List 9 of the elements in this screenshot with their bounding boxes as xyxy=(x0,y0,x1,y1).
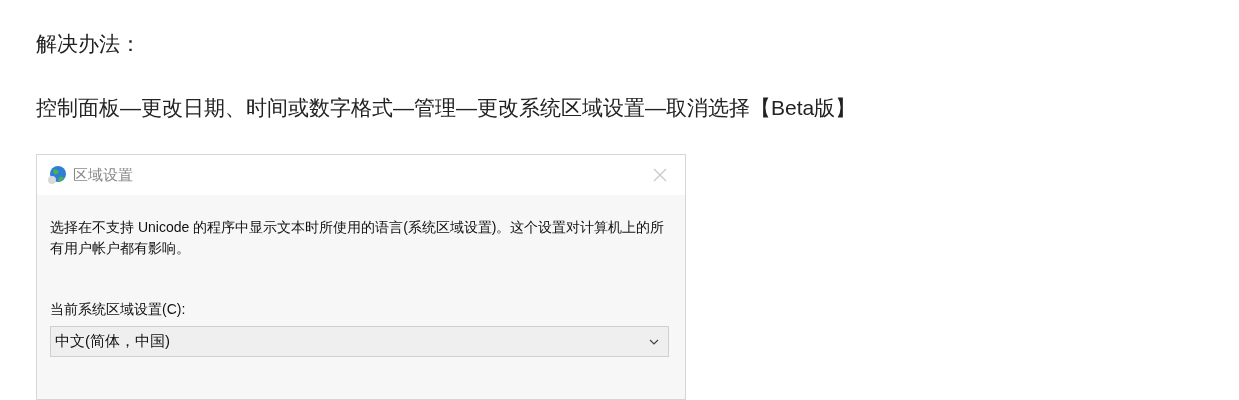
heading-text: 解决办法： xyxy=(36,31,141,57)
window-title: 区域设置 xyxy=(73,164,133,185)
locale-dropdown[interactable]: 中文(简体，中国) xyxy=(50,326,669,357)
close-icon xyxy=(653,168,667,182)
field-label: 当前系统区域设置(C): xyxy=(50,300,186,319)
description-text: 选择在不支持 Unicode 的程序中显示文本时所使用的语言(系统区域设置)。这个设置对计算机上的所有用户帐户都有影响。 xyxy=(50,218,666,258)
chevron-down-icon xyxy=(648,337,660,346)
globe-icon xyxy=(47,165,67,185)
steps-text: 控制面板—更改日期、时间或数字格式—管理—更改系统区域设置—取消选择【Beta版】 xyxy=(36,95,857,121)
